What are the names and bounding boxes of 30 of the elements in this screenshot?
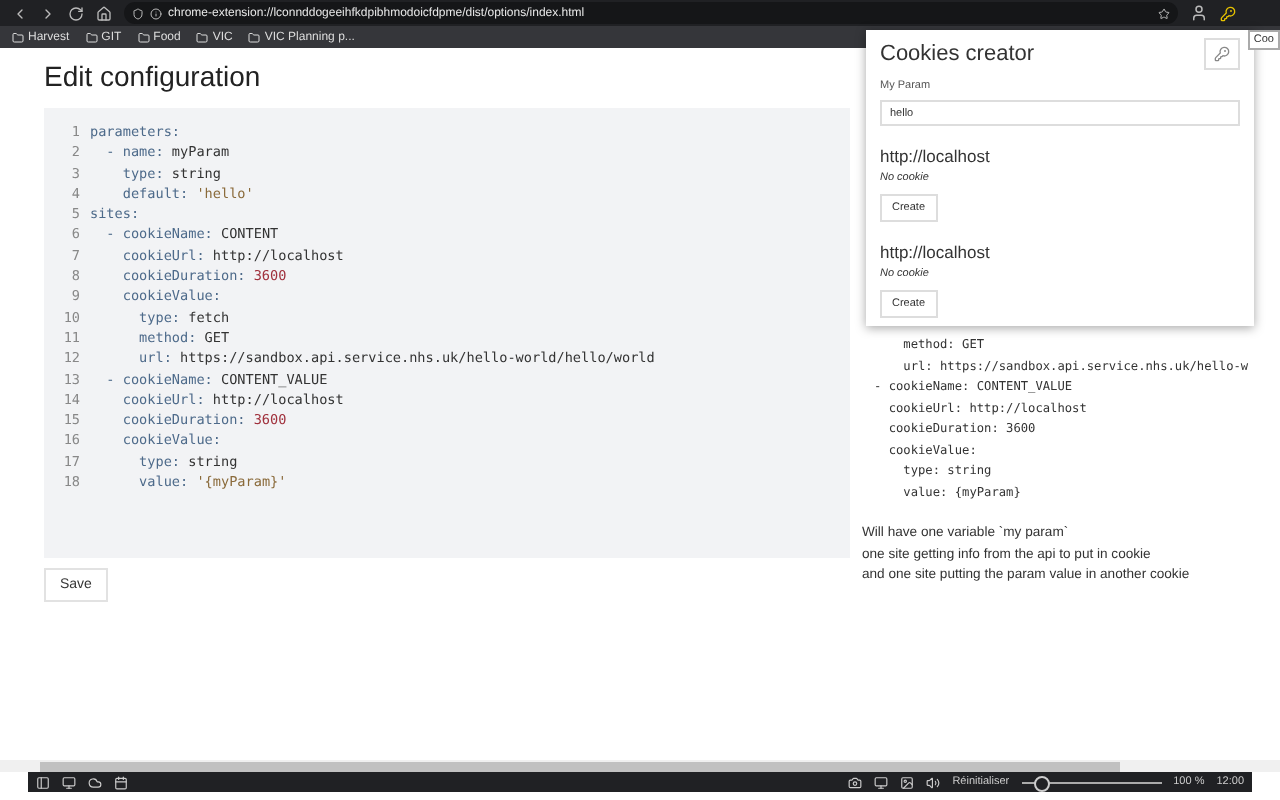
- forward-icon[interactable]: [40, 5, 56, 21]
- slider-thumb[interactable]: [1034, 775, 1051, 791]
- monitor-icon[interactable]: [62, 775, 76, 789]
- sidebar-icon[interactable]: [36, 775, 50, 789]
- info-icon: [150, 7, 162, 19]
- site-url: http://localhost: [880, 146, 992, 166]
- star-icon[interactable]: [1158, 7, 1170, 19]
- window-icon[interactable]: [874, 775, 889, 789]
- cloud-icon[interactable]: [88, 775, 102, 789]
- folder-icon: [137, 31, 150, 43]
- settings-button[interactable]: [1204, 38, 1240, 70]
- profile-icon[interactable]: [1190, 4, 1208, 22]
- image-icon[interactable]: [900, 775, 915, 789]
- calendar-icon[interactable]: [114, 775, 128, 789]
- extension-icon[interactable]: [1220, 5, 1236, 21]
- reload-icon[interactable]: [68, 5, 84, 21]
- page-title: Edit configuration: [44, 60, 263, 92]
- scrollbar-thumb[interactable]: [40, 761, 1120, 771]
- folder-icon: [12, 31, 24, 43]
- camera-icon[interactable]: [848, 775, 863, 789]
- back-icon[interactable]: [12, 5, 28, 21]
- key-icon: [1214, 46, 1230, 62]
- popup-title: Cookies creator: [880, 42, 1035, 66]
- site-url: http://localhost: [880, 242, 992, 262]
- folder-icon: [248, 31, 261, 43]
- speaker-icon[interactable]: [926, 775, 941, 789]
- shield-icon: [132, 7, 144, 19]
- folder-icon: [85, 31, 98, 43]
- folder-icon: [196, 31, 209, 43]
- home-icon[interactable]: [96, 5, 112, 21]
